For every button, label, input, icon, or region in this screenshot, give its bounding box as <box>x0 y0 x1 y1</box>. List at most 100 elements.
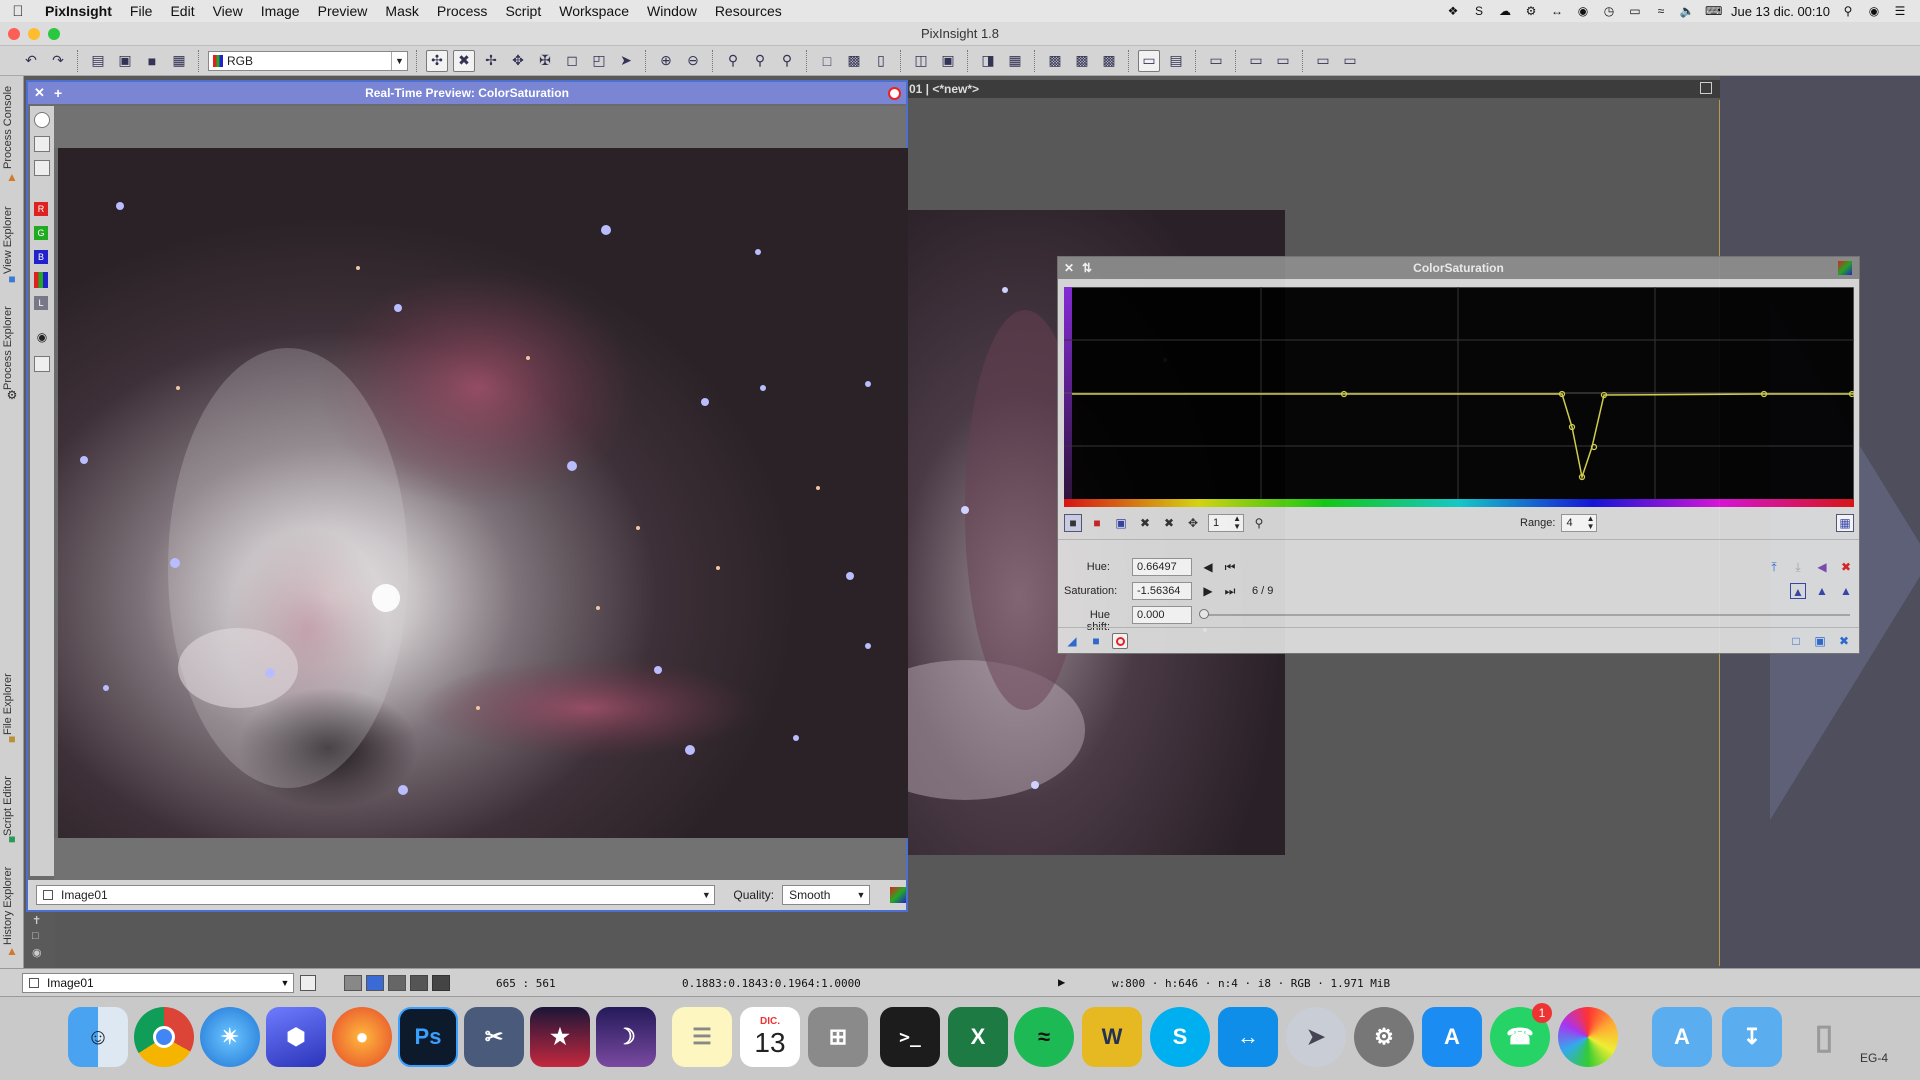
play-icon[interactable]: ▶ <box>1058 975 1065 989</box>
notes-icon[interactable]: ☰ <box>672 1007 732 1067</box>
menu-workspace[interactable]: Workspace <box>550 3 638 19</box>
layers-icon[interactable] <box>34 356 50 372</box>
status-view-select[interactable]: Image01 ▼ <box>22 973 294 993</box>
tile-windows-icon[interactable]: ◫ <box>910 50 932 72</box>
mask-invert-icon[interactable]: ▩ <box>1098 50 1120 72</box>
fit-view-icon[interactable]: □ <box>816 50 838 72</box>
close-icon[interactable]: ✕ <box>34 82 45 104</box>
teamviewer-tray-icon[interactable]: ↔ <box>1549 4 1565 18</box>
next-point-icon[interactable]: ▶ <box>1200 583 1216 599</box>
photos-icon[interactable] <box>1558 1007 1618 1067</box>
stf-edit-icon[interactable]: ▭ <box>1312 50 1334 72</box>
telescope-app-icon[interactable]: ★ <box>530 1007 590 1067</box>
undo-icon[interactable]: ↶ <box>20 50 42 72</box>
app-store-icon[interactable]: A <box>1422 1007 1482 1067</box>
green-channel-button[interactable]: G <box>34 226 48 240</box>
zoom-1to1-icon[interactable]: ⚲ <box>749 50 771 72</box>
redo-icon[interactable]: ↷ <box>47 50 69 72</box>
skype-tray-icon[interactable]: S <box>1471 4 1487 18</box>
quality-select[interactable]: Smooth ▼ <box>782 885 870 905</box>
mask-show-icon[interactable]: ▩ <box>1044 50 1066 72</box>
wifi-icon[interactable]: ≈ <box>1653 4 1669 18</box>
volume-icon[interactable]: 🔈 <box>1679 4 1695 18</box>
minimize-window-button[interactable] <box>28 28 40 40</box>
zoom-out-icon[interactable]: ⊖ <box>682 50 704 72</box>
restore-window-icon[interactable]: ▯ <box>870 50 892 72</box>
hue-shift-slider-handle[interactable] <box>1199 609 1209 619</box>
zoom-2to1-icon[interactable]: ⚲ <box>776 50 798 72</box>
close-window-button[interactable] <box>8 28 20 40</box>
spotlight-search-icon[interactable]: ⚲ <box>1840 4 1856 18</box>
luminance-channel-button[interactable]: L <box>34 296 48 310</box>
reset-curve-icon[interactable]: ✖ <box>1838 559 1854 575</box>
swap-curve-icon[interactable]: ◀ <box>1814 559 1830 575</box>
menu-edit[interactable]: Edit <box>161 3 203 19</box>
rgb-channel-button[interactable] <box>34 272 48 288</box>
zoom-mode-icon[interactable]: ✖ <box>453 49 475 72</box>
zoom-window-button[interactable] <box>48 28 60 40</box>
hue-field[interactable]: 0.66497 <box>1132 558 1192 576</box>
previous-point-icon[interactable]: ◀ <box>1200 559 1216 575</box>
tab-process-explorer[interactable]: Process Explorer <box>2 294 22 402</box>
last-point-icon[interactable]: ⏭ <box>1222 583 1238 599</box>
mask-mode-4-icon[interactable] <box>410 975 428 991</box>
dynamic-tool-icon[interactable]: ◰ <box>588 50 610 72</box>
new-image-icon[interactable]: ▣ <box>114 50 136 72</box>
utility-knife-icon[interactable]: ✂ <box>464 1007 524 1067</box>
zoom-in-icon[interactable]: ⊕ <box>655 50 677 72</box>
finder-icon[interactable]: ☺ <box>68 1007 128 1067</box>
new-instance-icon[interactable]: ◢ <box>1064 633 1080 649</box>
store-curve-icon[interactable]: ⤒ <box>1766 559 1782 575</box>
cascade-windows-icon[interactable]: ▣ <box>937 50 959 72</box>
center-mode-icon[interactable]: ✥ <box>507 50 529 72</box>
interpolation-akima-icon[interactable]: ▲ <box>1790 583 1806 599</box>
nebula-preview-image[interactable] <box>58 148 908 838</box>
fit-window-icon[interactable]: ▩ <box>843 50 865 72</box>
terminal-icon[interactable]: >_ <box>880 1007 940 1067</box>
process-explorer-gear-icon[interactable]: ⚙ <box>5 388 19 402</box>
channel-mode-select[interactable]: RGB ▼ <box>208 50 408 71</box>
preview-options-icon[interactable] <box>890 887 906 903</box>
first-point-icon[interactable]: ⏮ <box>1222 559 1238 575</box>
menu-app-name[interactable]: PixInsight <box>36 3 121 19</box>
restore-curve-icon[interactable]: ⤓ <box>1790 559 1806 575</box>
saturation-curve-graph[interactable] <box>1064 287 1854 507</box>
skype-icon[interactable]: S <box>1150 1007 1210 1067</box>
mask-mode-1-icon[interactable] <box>344 975 362 991</box>
copy-small-icon[interactable]: □ <box>32 930 39 942</box>
camera-icon[interactable]: ◉ <box>34 330 50 344</box>
tab-history-explorer[interactable]: History Explorer <box>2 856 22 956</box>
gear-tray-icon[interactable]: ⚙ <box>1523 4 1539 18</box>
file-explorer-tab-icon[interactable]: ■ <box>5 732 19 746</box>
creative-cloud-icon[interactable]: ☁ <box>1497 4 1513 18</box>
calculator-icon[interactable]: ⊞ <box>808 1007 868 1067</box>
trash-icon[interactable]: ▯ <box>1794 1007 1854 1067</box>
pin-icon[interactable]: ✝ <box>32 914 41 927</box>
hue-shift-field[interactable]: 0.000 <box>1132 606 1192 624</box>
window-list-icon[interactable] <box>300 975 316 991</box>
pan-icon[interactable]: ✥ <box>1184 514 1202 532</box>
mask-mode-3-icon[interactable] <box>388 975 406 991</box>
spotify-icon[interactable]: ≈ <box>1014 1007 1074 1067</box>
shade-icon[interactable]: ⇅ <box>1082 257 1092 279</box>
preview-title-bar[interactable]: ✕ + Real-Time Preview: ColorSaturation <box>28 82 906 104</box>
excel-icon[interactable]: X <box>948 1007 1008 1067</box>
process-icon[interactable]: ▦ <box>1004 50 1026 72</box>
rgb-channels-icon[interactable]: ▦ <box>168 50 190 72</box>
mask-toggle-icon[interactable]: ■ <box>141 50 163 72</box>
notification-center-icon[interactable]: ☰ <box>1892 4 1908 18</box>
chrome-icon[interactable] <box>134 1007 194 1067</box>
view-explorer-icon[interactable]: ◨ <box>977 50 999 72</box>
stf-disable-icon[interactable]: ▭ <box>1272 50 1294 72</box>
target-icon[interactable] <box>34 112 50 128</box>
documentation-icon[interactable]: □ <box>1788 633 1804 649</box>
zoom-reset-icon[interactable]: ✖ <box>1160 514 1178 532</box>
keyboard-icon[interactable]: ⌨ <box>1705 4 1722 18</box>
maximize-icon[interactable] <box>1700 82 1712 94</box>
menu-preview[interactable]: Preview <box>309 3 377 19</box>
stf-auto-icon[interactable]: ▤ <box>1165 50 1187 72</box>
apply-icon[interactable]: ■ <box>1088 633 1104 649</box>
dropbox-icon[interactable]: ❖ <box>1445 4 1461 18</box>
menu-view[interactable]: View <box>204 3 252 19</box>
stf-link-icon[interactable]: ▭ <box>1205 50 1227 72</box>
